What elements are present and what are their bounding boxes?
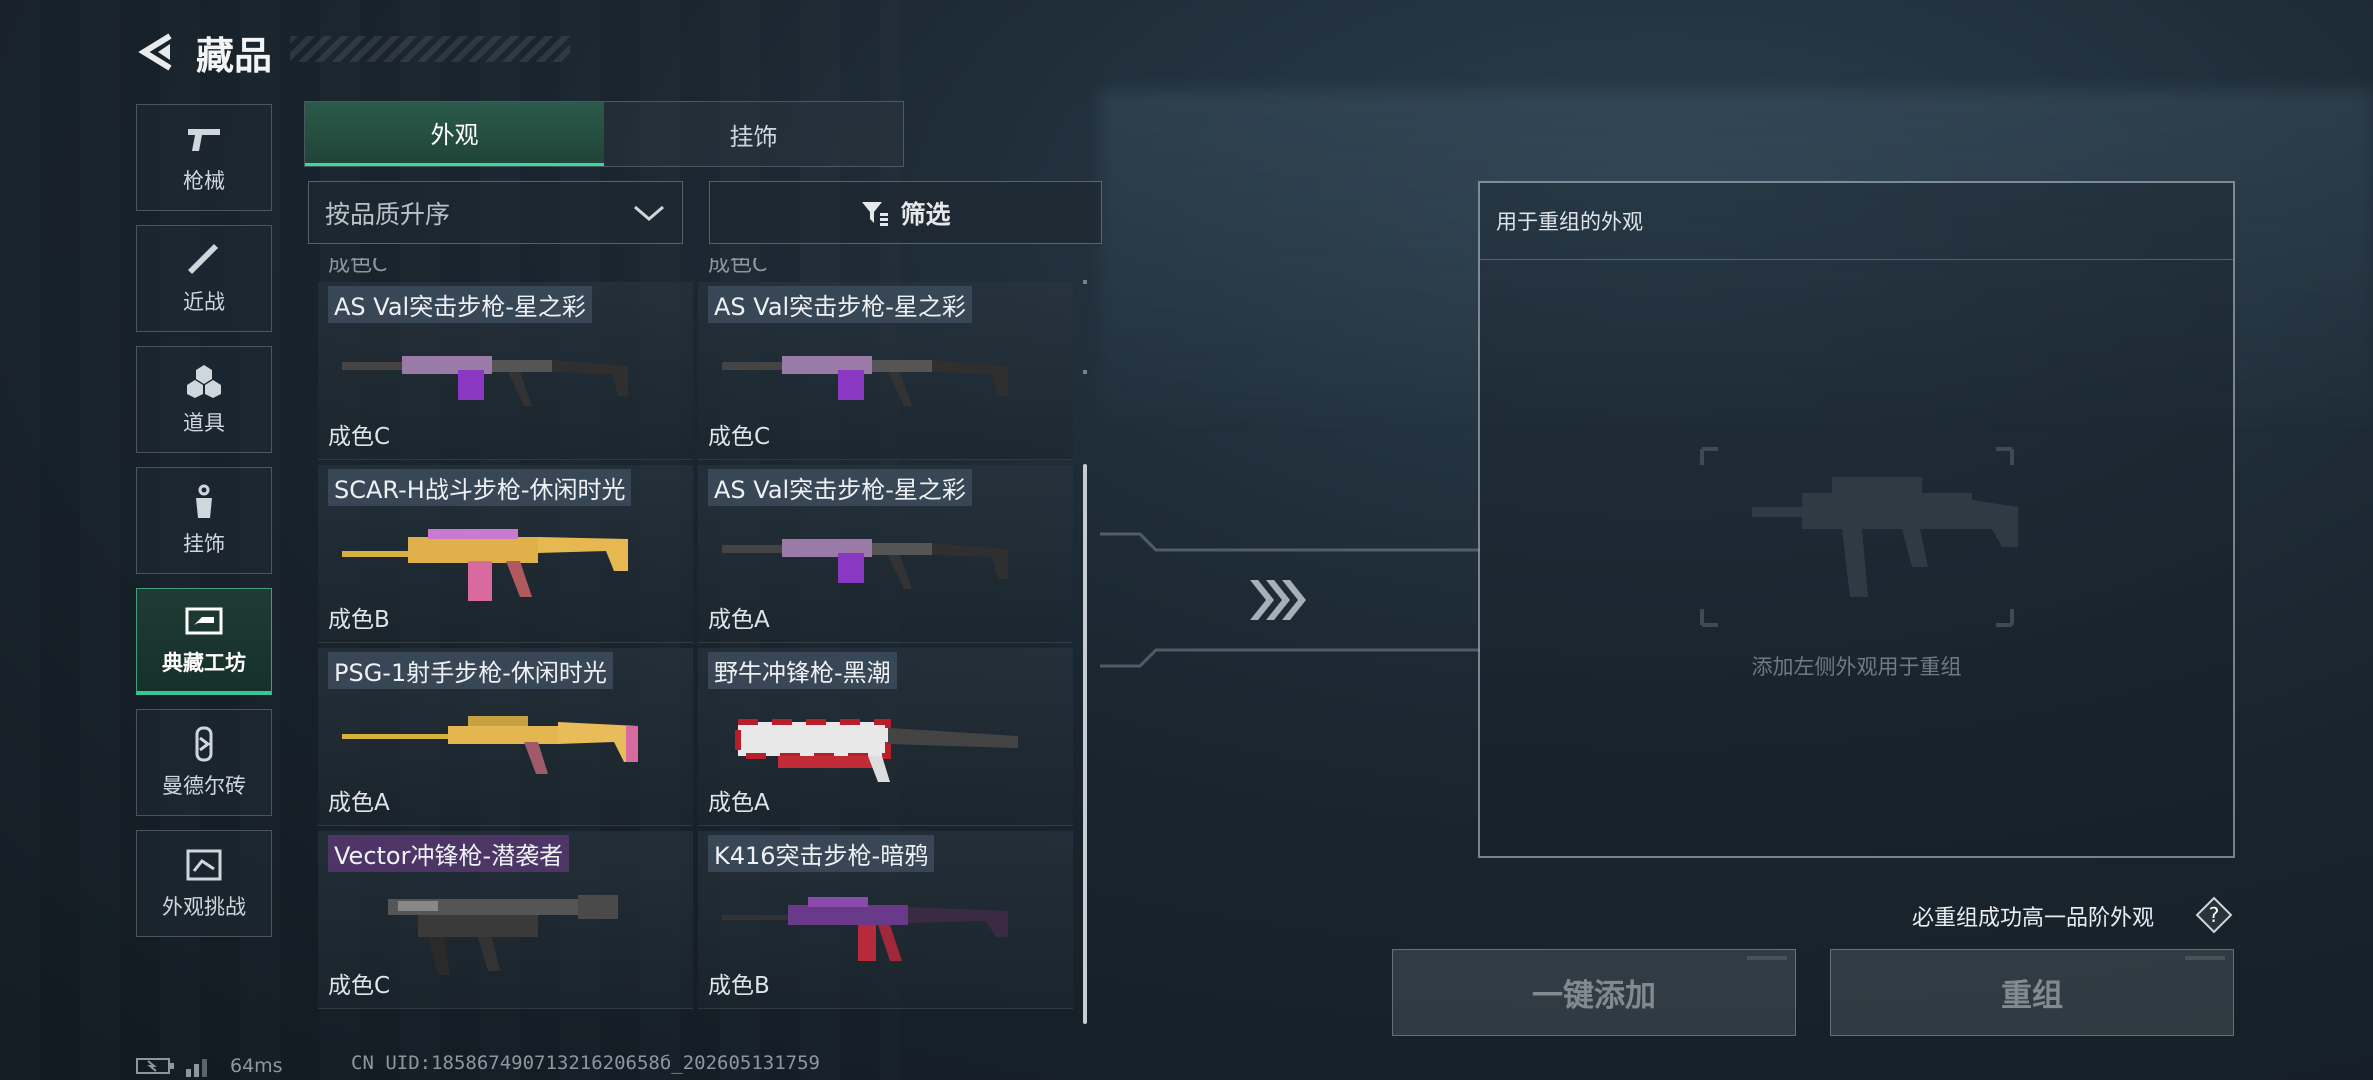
skin-list[interactable]: 成色C 成色C AS Val突击步枪-星之彩 成色C AS Val突击步枪-星之… bbox=[318, 258, 1088, 1030]
list-clipped-row: 成色C 成色C bbox=[318, 258, 1088, 282]
list-item[interactable]: PSG-1射手步枪-休闲时光 成色A bbox=[318, 648, 693, 826]
sidebar-item-workshop[interactable]: 典藏工坊 bbox=[136, 588, 272, 695]
chevron-right-icon bbox=[1250, 580, 1306, 620]
sidebar-item-guns[interactable]: 枪械 bbox=[136, 104, 272, 211]
k416-rifle-image bbox=[722, 897, 1008, 961]
skin-name: 野牛冲锋枪-黑潮 bbox=[708, 652, 897, 689]
svg-text:?: ? bbox=[2209, 903, 2220, 927]
status-bar: 64ms bbox=[136, 1052, 283, 1080]
knife-icon bbox=[188, 243, 218, 274]
page-title: 藏品 bbox=[196, 33, 273, 78]
panel-hint: 添加左侧外观用于重组 bbox=[1751, 655, 1962, 679]
clipped-quality: 成色C bbox=[708, 258, 768, 277]
scrollbar-track bbox=[1083, 280, 1087, 460]
skin-quality: 成色A bbox=[328, 790, 390, 816]
sort-dropdown[interactable]: 按品质升序 bbox=[308, 181, 683, 244]
sidebar-item-label: 外观挑战 bbox=[162, 894, 246, 919]
as-val-rifle-image bbox=[342, 356, 628, 406]
vector-smg-image bbox=[388, 895, 618, 975]
sidebar-item-label: 典藏工坊 bbox=[162, 651, 246, 675]
skin-quality: 成色A bbox=[708, 790, 770, 816]
workshop-icon bbox=[185, 607, 223, 635]
recombine-note: 必重组成功高一品阶外观 bbox=[1912, 906, 2155, 931]
sort-value: 按品质升序 bbox=[325, 199, 451, 229]
filter-label: 筛选 bbox=[900, 199, 951, 229]
help-icon[interactable]: ? bbox=[2195, 896, 2233, 934]
skin-name: AS Val突击步枪-星之彩 bbox=[328, 286, 592, 323]
tab-skins[interactable]: 外观 bbox=[305, 102, 604, 166]
transfer-connector bbox=[1100, 532, 1480, 668]
sidebar-item-challenges[interactable]: 外观挑战 bbox=[136, 830, 272, 937]
skin-name: SCAR-H战斗步枪-休闲时光 bbox=[328, 469, 632, 506]
sidebar-item-charms[interactable]: 挂饰 bbox=[136, 467, 272, 574]
list-scrollbar[interactable] bbox=[1083, 464, 1087, 1024]
sidebar-item-label: 枪械 bbox=[183, 168, 225, 193]
recombine-panel: 用于重组的外观 添加左侧外观用于重组 bbox=[1478, 181, 2235, 858]
skin-name: AS Val突击步枪-星之彩 bbox=[708, 286, 972, 323]
skin-name: AS Val突击步枪-星之彩 bbox=[708, 469, 972, 506]
filter-icon bbox=[862, 201, 889, 226]
list-item[interactable]: AS Val突击步枪-星之彩 成色C bbox=[698, 282, 1073, 460]
signal-icon bbox=[186, 1059, 207, 1077]
sidebar-item-label: 道具 bbox=[183, 410, 225, 435]
list-item[interactable]: Vector冲锋枪-潜袭者 成色C bbox=[318, 831, 693, 1009]
filter-button[interactable]: 筛选 bbox=[709, 181, 1102, 244]
chevron-down-icon bbox=[634, 205, 664, 221]
button-corner-decoration bbox=[2185, 956, 2225, 960]
recombine-label: 重组 bbox=[2001, 978, 2063, 1014]
panel-title: 用于重组的外观 bbox=[1480, 183, 2233, 260]
category-tabs: 外观 挂饰 bbox=[304, 101, 904, 167]
bizon-smg-image bbox=[735, 719, 1018, 782]
list-item[interactable]: AS Val突击步枪-星之彩 成色C bbox=[318, 282, 693, 460]
title-decoration bbox=[290, 36, 570, 62]
sidebar-item-label: 近战 bbox=[183, 289, 225, 314]
scar-h-rifle-image bbox=[342, 529, 628, 601]
sidebar: 枪械 近战 道具 挂饰 典藏工坊 曼德尔砖 外观挑战 bbox=[136, 104, 274, 951]
tab-charms[interactable]: 挂饰 bbox=[604, 102, 903, 166]
skin-name: K416突击步枪-暗鸦 bbox=[708, 835, 935, 872]
psg-1-rifle-image bbox=[342, 716, 638, 774]
clipped-quality: 成色C bbox=[328, 258, 388, 277]
header: 藏品 bbox=[136, 22, 272, 82]
sidebar-item-label: 挂饰 bbox=[183, 531, 225, 556]
mandel-brick-icon bbox=[195, 726, 213, 761]
add-all-button[interactable]: 一键添加 bbox=[1392, 949, 1796, 1036]
ping-value: 64ms bbox=[230, 1055, 283, 1077]
sidebar-item-melee[interactable]: 近战 bbox=[136, 225, 272, 332]
grenade-icon bbox=[187, 364, 221, 398]
skin-name: Vector冲锋枪-潜袭者 bbox=[328, 835, 570, 872]
pistol-icon bbox=[188, 128, 220, 151]
list-item[interactable]: AS Val突击步枪-星之彩 成色A bbox=[698, 465, 1073, 643]
add-all-label: 一键添加 bbox=[1532, 978, 1656, 1014]
empty-slot-rifle-icon[interactable] bbox=[1662, 437, 2052, 637]
skin-quality: 成色B bbox=[328, 607, 390, 633]
as-val-rifle-image bbox=[722, 356, 1008, 406]
challenge-icon bbox=[186, 849, 222, 880]
battery-icon bbox=[136, 1058, 174, 1074]
skin-quality: 成色C bbox=[328, 973, 391, 999]
skin-quality: 成色B bbox=[708, 973, 770, 999]
back-arrow-icon[interactable] bbox=[136, 30, 180, 74]
sidebar-item-mandel-brick[interactable]: 曼德尔砖 bbox=[136, 709, 272, 816]
list-item[interactable]: 野牛冲锋枪-黑潮 成色A bbox=[698, 648, 1073, 826]
user-uid: CN UID:18586749071321620658б_20260513175… bbox=[351, 1052, 820, 1074]
sidebar-item-items[interactable]: 道具 bbox=[136, 346, 272, 453]
skin-quality: 成色C bbox=[328, 424, 391, 450]
recombine-button[interactable]: 重组 bbox=[1830, 949, 2234, 1036]
list-item[interactable]: K416突击步枪-暗鸦 成色B bbox=[698, 831, 1073, 1009]
button-corner-decoration bbox=[1747, 956, 1787, 960]
skin-quality: 成色C bbox=[708, 424, 771, 450]
skin-quality: 成色A bbox=[708, 607, 770, 633]
sidebar-item-label: 曼德尔砖 bbox=[162, 773, 246, 798]
charm-icon bbox=[196, 484, 212, 518]
as-val-rifle-image bbox=[722, 539, 1008, 589]
list-item[interactable]: SCAR-H战斗步枪-休闲时光 成色B bbox=[318, 465, 693, 643]
skin-name: PSG-1射手步枪-休闲时光 bbox=[328, 652, 613, 689]
